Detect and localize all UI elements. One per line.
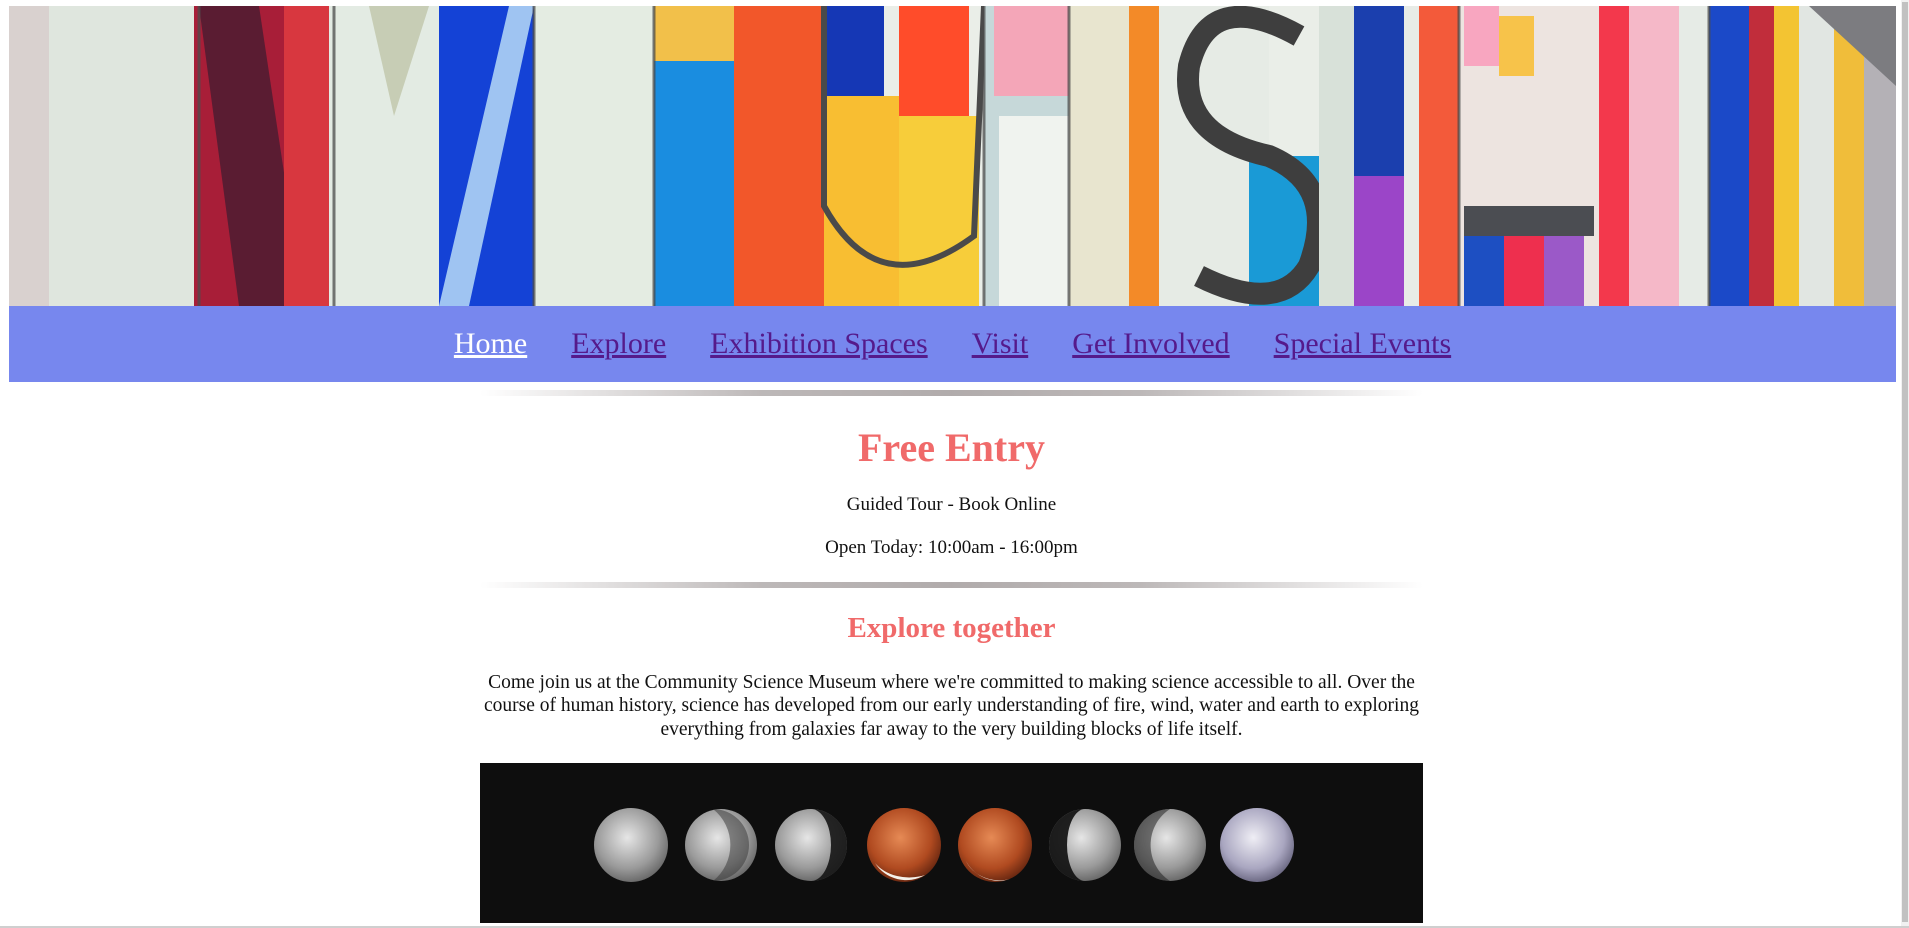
- scrollbar-thumb[interactable]: [1902, 2, 1908, 922]
- nav-link-exhibition-spaces[interactable]: Exhibition Spaces: [710, 329, 927, 359]
- nav-link-home[interactable]: Home: [454, 329, 527, 359]
- main-content: Free Entry Guided Tour - Book Online Ope…: [480, 390, 1423, 741]
- nav-link-explore[interactable]: Explore: [571, 329, 666, 359]
- nav-link-get-involved[interactable]: Get Involved: [1072, 329, 1229, 359]
- section-divider: [480, 581, 1423, 588]
- intro-paragraph: Come join us at the Community Science Mu…: [484, 671, 1419, 740]
- explore-together-heading: Explore together: [847, 611, 1056, 644]
- moon-phases-graphic: [594, 808, 1294, 882]
- moon-phase-icon: [594, 808, 668, 882]
- main-navigation: Home Explore Exhibition Spaces Visit Get…: [9, 306, 1896, 382]
- moon-phase-icon: [1220, 808, 1294, 882]
- lunar-eclipse-image: [480, 763, 1423, 923]
- free-entry-heading: Free Entry: [858, 425, 1045, 470]
- guided-tour-text: Guided Tour - Book Online: [846, 494, 1057, 515]
- moon-phase-icon: [867, 808, 941, 882]
- moon-phase-icon: [958, 808, 1032, 882]
- hero-banner-image: [9, 6, 1896, 306]
- vertical-scrollbar[interactable]: [1901, 0, 1909, 928]
- nav-link-special-events[interactable]: Special Events: [1274, 329, 1451, 359]
- section-divider: [480, 390, 1423, 396]
- museum-facade-graphic: [9, 6, 1896, 306]
- opening-hours-text: Open Today: 10:00am - 16:00pm: [825, 536, 1078, 558]
- nav-link-visit[interactable]: Visit: [972, 329, 1029, 359]
